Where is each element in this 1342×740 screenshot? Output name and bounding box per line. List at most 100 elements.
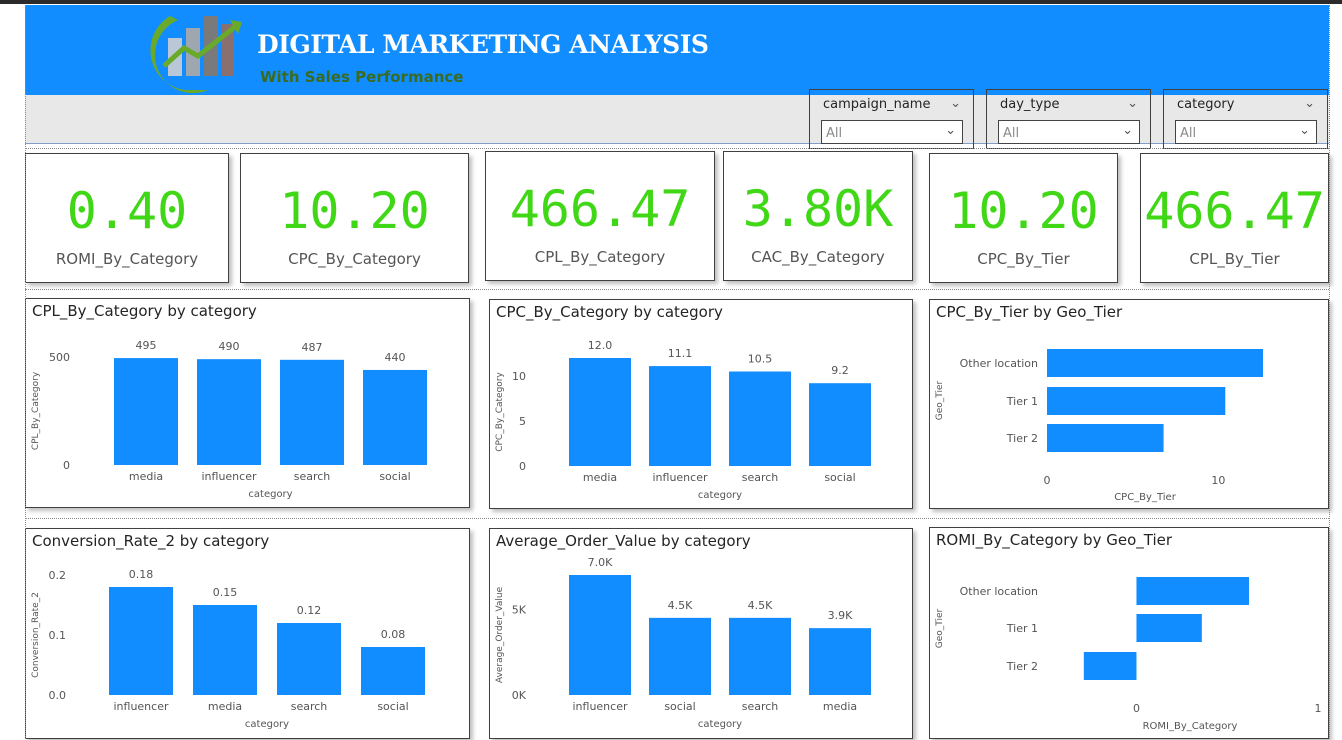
bar-influencer <box>649 366 711 466</box>
report-title: DIGITAL MARKETING ANALYSIS <box>257 30 709 59</box>
x-axis-label: category <box>248 489 292 500</box>
y-tick-label: 500 <box>49 351 70 364</box>
bar-influencer <box>109 587 173 695</box>
data-label: 12.0 <box>588 339 613 352</box>
kpi-card-romi-by-category[interactable]: 0.40 ROMI_By_Category <box>25 153 229 283</box>
slicer-label: day_type <box>1000 97 1060 112</box>
kpi-label: CAC_By_Category <box>751 248 885 266</box>
chart-average-order-value-by-category[interactable]: 0K 5K 7.0K influencer 4.5K social 4.5K search 3.… <box>489 528 913 739</box>
day-type-dropdown[interactable]: All ⌄ <box>998 120 1140 144</box>
category-dropdown[interactable]: All ⌄ <box>1175 120 1317 144</box>
chart-cpc-by-category[interactable]: 0 5 10 12.0 media 11.1 influencer 10.5 search 9.2… <box>489 299 913 509</box>
data-label: 487 <box>302 341 323 354</box>
data-label: 4.5K <box>748 599 773 612</box>
bar-search <box>729 371 791 466</box>
kpi-value: 10.20 <box>948 182 1099 240</box>
x-tick-label: 0 <box>1133 702 1140 715</box>
kpi-card-cac-by-category[interactable]: 3.80K CAC_By_Category <box>723 151 913 281</box>
x-axis-label: category <box>698 490 742 501</box>
kpi-label: CPC_By_Tier <box>977 250 1070 268</box>
y-tick-label: Other location <box>960 585 1038 598</box>
dropdown-value: All <box>1180 126 1197 141</box>
kpi-value: 3.80K <box>742 180 894 238</box>
chart-romi-by-tier[interactable]: 0 1 Other location Tier 1 Tier 2 ROMI_By_Cate… <box>929 527 1329 739</box>
bar-social <box>363 369 427 465</box>
x-axis-label: category <box>245 719 289 730</box>
slicer-category[interactable]: category ⌄ All ⌄ <box>1163 89 1328 149</box>
data-label: 4.5K <box>668 599 693 612</box>
chart-title: Average_Order_Value by category <box>496 532 751 550</box>
bar-Other location <box>1047 349 1263 377</box>
chart-cpc-by-tier[interactable]: 0 10 Other location Tier 1 Tier 2 CPC_By_Tier… <box>929 299 1329 509</box>
bar-chart-svg: 0 5 10 12.0 media 11.1 influencer 10.5 search 9.2… <box>495 339 871 501</box>
y-tick-label: 0.2 <box>49 569 67 582</box>
chevron-down-icon[interactable]: ⌄ <box>950 96 961 111</box>
data-label: 0.18 <box>129 568 154 581</box>
chevron-down-icon[interactable]: ⌄ <box>1304 96 1315 111</box>
x-tick-label: influencer <box>652 471 707 484</box>
x-axis-label: CPC_By_Tier <box>1114 492 1177 503</box>
y-tick-label: 5 <box>519 415 526 428</box>
y-tick-label: 0K <box>512 689 527 702</box>
y-axis-label: Geo_Tier <box>935 608 945 648</box>
chart-title: CPL_By_Category by category <box>32 302 257 320</box>
x-tick-label: media <box>583 471 617 484</box>
y-tick-label: 10 <box>512 370 526 383</box>
section-divider <box>25 148 1329 149</box>
bar-social <box>809 383 871 466</box>
kpi-card-cpc-by-category[interactable]: 10.20 CPC_By_Category <box>240 153 469 283</box>
kpi-label: CPL_By_Tier <box>1189 250 1280 268</box>
bar-media <box>569 358 631 466</box>
x-tick-label: media <box>129 470 163 483</box>
kpi-value: 10.20 <box>279 182 430 240</box>
x-tick-label: media <box>823 700 857 713</box>
kpi-card-cpl-by-category[interactable]: 466.47 CPL_By_Category <box>485 151 715 281</box>
y-tick-label: Tier 2 <box>1006 660 1038 673</box>
kpi-card-cpl-by-tier[interactable]: 466.47 CPL_By_Tier <box>1140 153 1329 283</box>
x-tick-label: influencer <box>572 700 627 713</box>
kpi-value: 466.47 <box>1144 182 1325 240</box>
bar-media <box>193 605 257 695</box>
bar-media <box>809 628 871 695</box>
data-label: 7.0K <box>588 556 613 569</box>
section-divider <box>25 518 1329 519</box>
x-tick-label: search <box>742 700 779 713</box>
y-tick-label: Tier 2 <box>1006 432 1038 445</box>
y-tick-label: Tier 1 <box>1006 395 1038 408</box>
slicer-campaign-name[interactable]: campaign_name ⌄ All ⌄ <box>809 89 974 149</box>
kpi-label: CPL_By_Category <box>534 248 666 266</box>
slicer-label: campaign_name <box>823 97 931 112</box>
bar-social <box>361 647 425 695</box>
bar-influencer <box>569 575 631 695</box>
kpi-card-cpc-by-tier[interactable]: 10.20 CPC_By_Tier <box>929 153 1118 283</box>
data-label: 11.1 <box>668 347 693 360</box>
window-top-border <box>0 0 1342 4</box>
data-label: 440 <box>385 351 406 364</box>
dropdown-value: All <box>826 126 843 141</box>
campaign-name-dropdown[interactable]: All ⌄ <box>821 120 963 144</box>
kpi-value: 466.47 <box>509 180 691 238</box>
x-tick-label: search <box>742 471 779 484</box>
slicer-day-type[interactable]: day_type ⌄ All ⌄ <box>986 89 1151 149</box>
data-label: 9.2 <box>831 364 849 377</box>
bar-search <box>277 623 341 695</box>
x-tick-label: 10 <box>1211 474 1225 487</box>
y-axis-label: Average_Order_Value <box>495 586 505 683</box>
section-divider <box>25 289 1329 290</box>
bar-chart-svg: 0K 5K 7.0K influencer 4.5K social 4.5K search 3.… <box>495 556 871 730</box>
x-axis-label: ROMI_By_Category <box>1143 721 1238 732</box>
y-tick-label: 0 <box>519 460 526 473</box>
chart-title: Conversion_Rate_2 by category <box>32 532 270 550</box>
x-tick-label: media <box>208 700 242 713</box>
x-tick-label: search <box>291 700 328 713</box>
chart-conversion-rate-by-category[interactable]: 0.0 0.1 0.2 0.18 influencer 0.15 media 0.12 sear… <box>25 528 470 739</box>
chart-cpl-by-category[interactable]: 0 500 495 media 490 influencer 487 search 440 soc… <box>25 298 470 508</box>
kpi-label: CPC_By_Category <box>288 250 421 268</box>
data-label: 495 <box>136 339 157 352</box>
x-tick-label: 1 <box>1315 702 1322 715</box>
x-tick-label: social <box>379 470 410 483</box>
canvas-border-right <box>1329 5 1330 739</box>
bar-Tier 1 <box>1136 614 1202 642</box>
chart-title: CPC_By_Category by category <box>496 303 723 321</box>
chevron-down-icon[interactable]: ⌄ <box>1127 96 1138 111</box>
